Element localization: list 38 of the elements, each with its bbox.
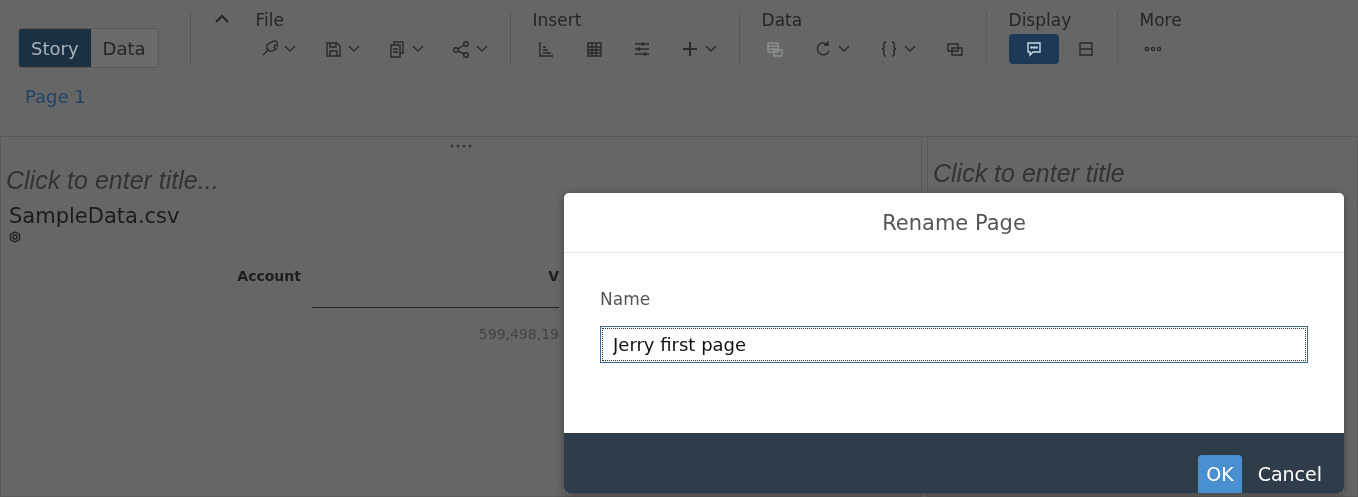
group-label: Display [1008,9,1073,31]
copy-icon [387,40,406,58]
comment-button[interactable] [1008,34,1059,64]
drag-handle-icon[interactable] [450,144,472,148]
split-layout-icon [1076,40,1095,58]
database-icon [765,40,784,58]
save-icon [323,40,342,58]
share-icon [451,40,470,58]
dialog-title: Rename Page [882,210,1026,235]
mode-tab[interactable]: Story [19,29,91,67]
comment-icon [1024,40,1043,58]
field-label: Name [600,289,652,309]
plus-icon [680,40,699,58]
group-label: File [255,9,285,31]
page-tab[interactable]: Page 1 [18,80,93,113]
mode-tab[interactable]: Data [90,29,158,67]
ok-button[interactable]: OK [1198,455,1242,493]
group-label: Insert [532,9,583,31]
table-icon [584,40,603,58]
caret-icon [283,45,296,53]
windows-icon [945,40,964,58]
column-header: Account [236,267,301,286]
caret-icon [704,45,717,53]
group-label: Data [761,9,804,31]
group-label: More [1139,9,1182,31]
column-header: V [312,261,559,308]
caret-icon [837,45,850,53]
model-icon [9,231,21,243]
caret-icon [903,45,916,53]
braces-icon [879,40,898,58]
bar-chart-icon [536,40,555,58]
cancel-button[interactable]: Cancel [1249,455,1330,493]
data-source-name: SampleData.csv [9,204,180,228]
caret-icon [411,45,424,53]
caret-icon [475,45,488,53]
sliders-icon [632,40,651,58]
collapse-caret-icon[interactable] [214,14,229,23]
caret-icon [347,45,360,53]
